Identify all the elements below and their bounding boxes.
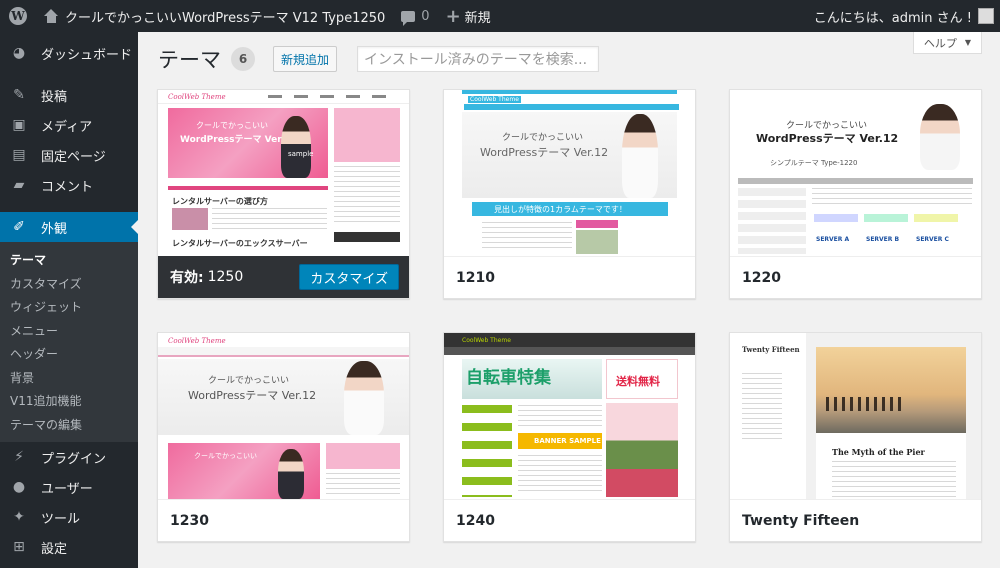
shot-server-c: SERVER C	[916, 236, 949, 243]
theme-search-input[interactable]: インストール済みのテーマを検索...	[357, 46, 600, 72]
theme-name: 1210	[444, 256, 695, 298]
menu-users[interactable]: ● ユーザー	[0, 472, 138, 502]
home-icon	[44, 9, 59, 23]
shot-sample: sample	[288, 150, 314, 158]
add-new-button[interactable]: 新規追加	[273, 46, 338, 72]
theme-screenshot[interactable]: CoolWeb Theme クールでかっこいい WordPressテーマ Ver…	[158, 90, 409, 256]
theme-screenshot[interactable]: CoolWeb Theme クールでかっこいい WordPressテーマ Ver…	[444, 90, 695, 256]
submenu-menus[interactable]: メニュー	[0, 319, 138, 343]
pin-icon: ✎	[13, 87, 25, 103]
menu-settings[interactable]: ⊞ 設定	[0, 532, 138, 562]
media-icon: ▣	[12, 117, 26, 133]
comment-icon: ▰	[13, 177, 25, 193]
theme-screenshot[interactable]: CoolWeb Theme クールでかっこいい WordPressテーマ Ver…	[158, 333, 409, 499]
shot-hero-line1: クールでかっこいい	[196, 121, 268, 130]
shot-logo: CoolWeb Theme	[168, 337, 226, 345]
theme-screenshot[interactable]: Twenty Fifteen The Myth of the Pier	[730, 333, 981, 499]
admin-menu: ◕ ダッシュボード ✎ 投稿 ▣ メディア ▤ 固定ページ ▰ コメント ✐ 外観 テーマ …	[0, 32, 138, 568]
theme-name: 1240	[444, 499, 695, 541]
theme-card-1220[interactable]: クールでかっこいい WordPressテーマ Ver.12 シンプルテーマ Ty…	[729, 89, 982, 299]
shot-1240-hero: 自転車特集	[466, 368, 551, 388]
theme-count-badge: 6	[231, 47, 255, 71]
shot-hero-line2: WordPressテーマ Ver.12	[756, 132, 899, 145]
submenu-widgets[interactable]: ウィジェット	[0, 295, 138, 319]
menu-media[interactable]: ▣ メディア	[0, 110, 138, 140]
shot-hero-line2: WordPressテーマ Ver.12	[180, 135, 297, 145]
submenu-v11-features[interactable]: V11追加機能	[0, 389, 138, 413]
shot-hero-line2: WordPressテーマ Ver.12	[188, 389, 317, 402]
shot-hero-line2: WordPressテーマ Ver.12	[480, 146, 609, 159]
shot-hero-line1-b: クールでかっこいい	[194, 452, 257, 460]
submenu-themes[interactable]: テーマ	[0, 248, 138, 272]
shot-server-a: SERVER A	[816, 236, 850, 243]
theme-name: 1250	[207, 269, 244, 285]
theme-screenshot[interactable]: CoolWeb Theme 自転車特集 送料無料 BANNER SAMPLE	[444, 333, 695, 499]
customize-button[interactable]: カスタマイズ	[299, 264, 399, 290]
wrench-icon: ✦	[13, 509, 25, 525]
submenu-background[interactable]: 背景	[0, 366, 138, 390]
comment-bubble-icon	[401, 10, 416, 26]
site-name-link[interactable]: クールでかっこいいWordPressテーマ V12 Type1250	[36, 0, 393, 32]
menu-comments[interactable]: ▰ コメント	[0, 170, 138, 200]
theme-card-twentyfifteen[interactable]: Twenty Fifteen The Myth of the Pier Twen…	[729, 332, 982, 542]
brush-icon: ✐	[13, 219, 25, 235]
shot-1240-banner: BANNER SAMPLE	[534, 437, 601, 445]
plus-icon: +	[445, 5, 461, 27]
greeting: こんにちは、admin さん !	[813, 10, 972, 26]
theme-card-1240[interactable]: CoolWeb Theme 自転車特集 送料無料 BANNER SAMPLE 1…	[443, 332, 696, 542]
theme-name: 1220	[730, 256, 981, 298]
shot-hero-line1: クールでかっこいい	[208, 376, 290, 386]
shot-logo: CoolWeb Theme	[168, 93, 226, 101]
page-header: テーマ 6 新規追加 インストール済みのテーマを検索...	[158, 44, 600, 74]
menu-dashboard[interactable]: ◕ ダッシュボード	[0, 38, 138, 68]
menu-tools[interactable]: ✦ ツール	[0, 502, 138, 532]
theme-name-bar: 有効: 1250 カスタマイズ	[158, 256, 409, 298]
wordpress-logo-icon[interactable]: W	[0, 0, 36, 32]
shot-server-b: SERVER B	[866, 236, 900, 243]
shot-1210-bar: 見出しが特徴の1カラムテーマです！	[494, 205, 627, 214]
theme-card-1250[interactable]: CoolWeb Theme クールでかっこいい WordPressテーマ Ver…	[157, 89, 410, 299]
plugin-icon: ⚡	[14, 449, 24, 465]
menu-pages[interactable]: ▤ 固定ページ	[0, 140, 138, 170]
theme-card-1230[interactable]: CoolWeb Theme クールでかっこいい WordPressテーマ Ver…	[157, 332, 410, 542]
shot-tf-site: Twenty Fifteen	[742, 345, 800, 354]
menu-appearance[interactable]: ✐ 外観	[0, 212, 138, 242]
admin-bar: W クールでかっこいいWordPressテーマ V12 Type1250 0 +…	[0, 0, 1000, 32]
caret-down-icon: ▼	[964, 38, 971, 47]
settings-icon: ⊞	[13, 539, 25, 555]
page-title: テーマ	[158, 48, 221, 72]
shot-post1: レンタルサーバーの選び方	[172, 197, 268, 206]
theme-card-1210[interactable]: CoolWeb Theme クールでかっこいい WordPressテーマ Ver…	[443, 89, 696, 299]
shot-logo: CoolWeb Theme	[468, 96, 521, 103]
new-content-link[interactable]: + 新規	[438, 0, 499, 32]
site-title: クールでかっこいいWordPressテーマ V12 Type1250	[65, 10, 386, 26]
shot-1240-promo: 送料無料	[616, 375, 660, 388]
help-button[interactable]: ヘルプ ▼	[912, 32, 982, 54]
main-content: ヘルプ ▼ テーマ 6 新規追加 インストール済みのテーマを検索... CoolW…	[138, 32, 1000, 568]
shot-1220-sub: シンプルテーマ Type-1220	[770, 159, 858, 167]
menu-plugins[interactable]: ⚡ プラグイン	[0, 442, 138, 472]
shot-tf-post: The Myth of the Pier	[832, 447, 925, 457]
menu-posts[interactable]: ✎ 投稿	[0, 80, 138, 110]
theme-name: Twenty Fifteen	[730, 499, 981, 541]
appearance-submenu: テーマ カスタマイズ ウィジェット メニュー ヘッダー 背景 V11追加機能 テ…	[0, 242, 138, 442]
my-account-link[interactable]: こんにちは、admin さん !	[806, 0, 1000, 32]
submenu-header[interactable]: ヘッダー	[0, 342, 138, 366]
comments-link[interactable]: 0	[393, 0, 437, 32]
shot-post2: レンタルサーバーのエックスサーバー	[172, 239, 308, 248]
avatar	[978, 8, 994, 24]
shot-hero-line1: クールでかっこいい	[502, 133, 584, 143]
theme-name: 1230	[158, 499, 409, 541]
theme-screenshot[interactable]: クールでかっこいい WordPressテーマ Ver.12 シンプルテーマ Ty…	[730, 90, 981, 256]
page-icon: ▤	[12, 147, 26, 163]
submenu-theme-editor[interactable]: テーマの編集	[0, 413, 138, 437]
new-label: 新規	[464, 10, 491, 26]
comments-count: 0	[421, 8, 430, 24]
dashboard-icon: ◕	[12, 45, 26, 61]
active-label: 有効:	[170, 270, 204, 286]
user-icon: ●	[12, 479, 26, 495]
submenu-customize[interactable]: カスタマイズ	[0, 272, 138, 296]
shot-logo: CoolWeb Theme	[462, 337, 511, 344]
